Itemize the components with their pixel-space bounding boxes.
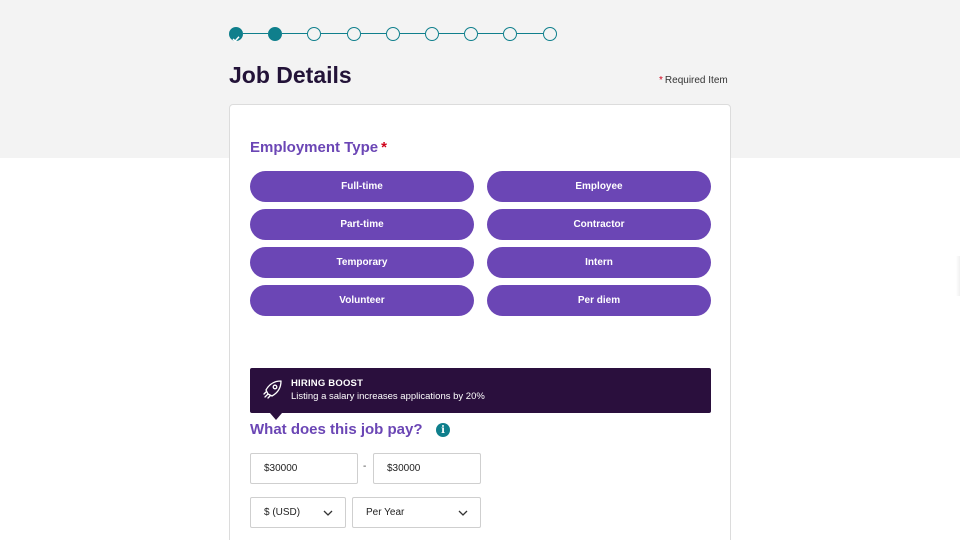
banner-pointer [270, 413, 282, 420]
step-connector [282, 33, 308, 34]
pay-heading: What does this job pay? [250, 421, 423, 438]
currency-select[interactable]: $ (USD) [250, 497, 346, 528]
step-connector [478, 33, 504, 34]
rocket-icon [262, 378, 284, 405]
step-upcoming [385, 27, 400, 41]
employment-type-heading: Employment Type * [250, 139, 387, 156]
option-employee-button[interactable]: Employee [487, 171, 711, 202]
option-temporary-button[interactable]: Temporary [250, 247, 474, 278]
step-connector [243, 33, 269, 34]
chevron-down-icon [458, 508, 468, 521]
step-upcoming [307, 27, 322, 41]
max-pay-field[interactable] [373, 453, 481, 484]
option-full-time-button[interactable]: Full-time [250, 171, 474, 202]
step-connector [321, 33, 347, 34]
step-upcoming [464, 27, 479, 41]
option-part-time-button[interactable]: Part-time [250, 209, 474, 240]
page-title: Job Details [229, 62, 352, 88]
step-upcoming [346, 27, 361, 41]
pay-period-select[interactable]: Per Year [352, 497, 481, 528]
required-star: * [659, 75, 663, 86]
required-note-label: Required Item [664, 75, 728, 86]
step-connector [399, 33, 425, 34]
required-item-note: * Required Item [659, 75, 728, 86]
step-connector [439, 33, 465, 34]
step-upcoming [503, 27, 518, 41]
hiring-boost-banner: HIRING BOOST Listing a salary increases … [250, 368, 711, 420]
option-intern-button[interactable]: Intern [487, 247, 711, 278]
boost-title: HIRING BOOST [291, 378, 364, 389]
info-icon[interactable]: i [436, 423, 450, 437]
step-completed [229, 27, 243, 43]
step-current [268, 27, 283, 41]
min-pay-input[interactable] [264, 463, 357, 474]
step-upcoming [425, 27, 439, 41]
pay-period-value: Per Year [366, 507, 405, 518]
currency-value: $ (USD) [264, 507, 301, 518]
chevron-down-icon [323, 508, 333, 521]
max-pay-input[interactable] [387, 463, 480, 474]
range-separator: - [363, 461, 367, 472]
min-pay-field[interactable] [250, 453, 358, 484]
boost-text: Listing a salary increases applications … [291, 391, 485, 402]
checkmark-icon [232, 30, 240, 48]
required-star: * [381, 139, 387, 156]
employment-type-label: Employment Type [250, 139, 379, 156]
option-contractor-button[interactable]: Contractor [487, 209, 711, 240]
step-connector [517, 33, 543, 34]
edge-shadow [956, 256, 960, 296]
step-upcoming [542, 27, 557, 41]
option-per-diem-button[interactable]: Per diem [487, 285, 711, 316]
job-details-card: Employment Type * Full-time Employee Part… [229, 104, 731, 540]
step-connector [360, 33, 386, 34]
progress-stepper [229, 27, 559, 43]
option-volunteer-button[interactable]: Volunteer [250, 285, 474, 316]
